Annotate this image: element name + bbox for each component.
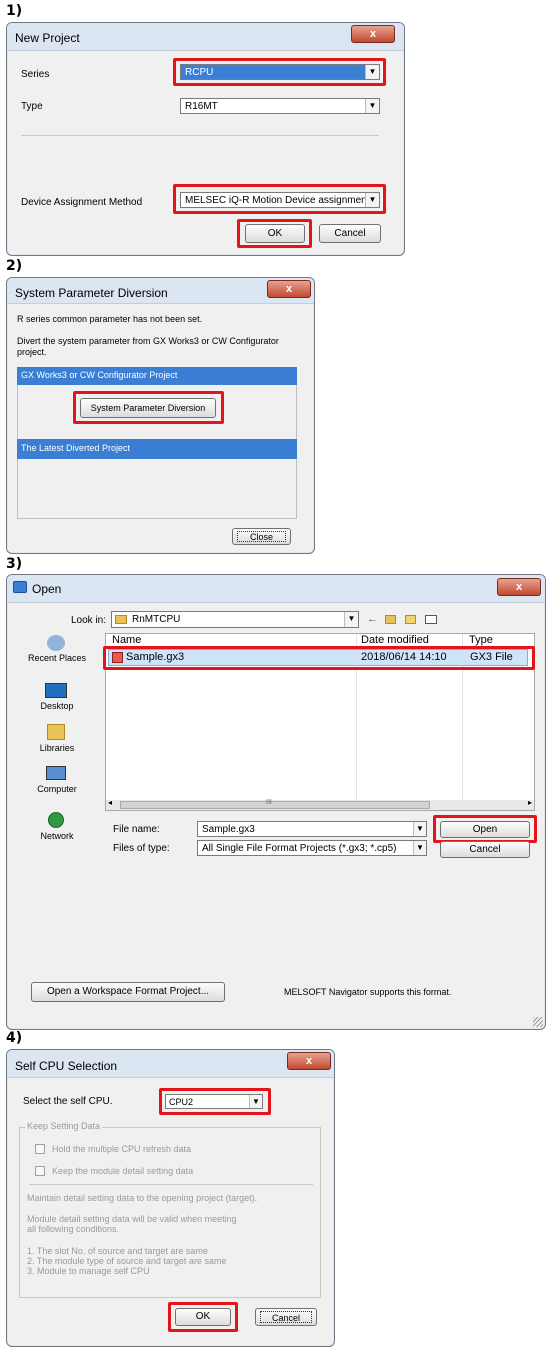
scroll-grip: III	[266, 799, 272, 806]
hold-refresh-label: Hold the multiple CPU refresh data	[52, 1144, 192, 1154]
highlight-series	[173, 58, 386, 86]
step-4-label: 4)	[6, 1030, 23, 1046]
view-menu-icon[interactable]	[425, 615, 437, 624]
highlight-ok	[168, 1302, 238, 1332]
divider	[29, 1184, 313, 1185]
group-header-project: GX Works3 or CW Configurator Project	[17, 367, 297, 385]
file-name-label: File name:	[113, 824, 160, 835]
open-workspace-button[interactable]: Open a Workspace Format Project...	[31, 982, 225, 1002]
cancel-button[interactable]: Cancel	[255, 1308, 317, 1326]
divider	[21, 135, 379, 136]
highlight-ok	[237, 219, 312, 248]
file-name-value: Sample.gx3	[202, 824, 255, 835]
horizontal-scrollbar[interactable]: ◂ III ▸	[106, 798, 534, 810]
scroll-thumb[interactable]	[120, 801, 430, 809]
type-label: Type	[21, 101, 43, 112]
type-value: R16MT	[185, 101, 218, 112]
places-desktop-label[interactable]: Desktop	[27, 701, 87, 711]
device-assignment-label: Device Assignment Method	[21, 197, 143, 208]
keep-detail-checkbox[interactable]	[35, 1166, 45, 1176]
condition-1: 1. The slot No. of source and target are…	[27, 1246, 208, 1256]
libraries-icon[interactable]	[47, 724, 65, 740]
condition-3: 3. Module to manage self CPU	[27, 1266, 150, 1276]
close-button[interactable]: x	[287, 1052, 331, 1070]
close-button[interactable]: x	[497, 578, 541, 596]
cancel-button-label: Cancel	[260, 1311, 312, 1323]
self-cpu-window: Self CPU Selection x Select the self CPU…	[6, 1049, 335, 1347]
places-bar: Recent Places Desktop Libraries Computer	[27, 633, 87, 813]
places-recent-label[interactable]: Recent Places	[27, 653, 87, 663]
places-computer-label[interactable]: Computer	[27, 784, 87, 794]
highlight-device-assignment	[173, 184, 386, 214]
back-arrow-icon[interactable]: ←	[367, 613, 378, 625]
condition-2: 2. The module type of source and target …	[27, 1256, 227, 1266]
info-text-3: project.	[17, 347, 47, 357]
param-diversion-window: System Parameter Diversion x R series co…	[6, 277, 315, 554]
select-self-cpu-label: Select the self CPU.	[23, 1096, 113, 1107]
keep-detail-label: Keep the module detail setting data	[52, 1166, 194, 1176]
close-button[interactable]: x	[267, 280, 311, 298]
group-header-latest-label: The Latest Diverted Project	[21, 443, 131, 453]
computer-icon[interactable]	[46, 766, 66, 780]
toolbar-icons: ←	[367, 613, 477, 627]
file-type-select[interactable]: All Single File Format Projects (*.gx3; …	[197, 840, 427, 856]
group-header-project-label: GX Works3 or CW Configurator Project	[21, 370, 178, 380]
series-label: Series	[21, 69, 50, 80]
places-network-label[interactable]: Network	[27, 831, 87, 841]
hold-refresh-checkbox[interactable]	[35, 1144, 45, 1154]
open-dialog-window: Open x Look in: RnMTCPU ▼ ← Recent Place…	[6, 574, 546, 1030]
note-line-1: Maintain detail setting data to the open…	[27, 1193, 258, 1203]
look-in-label: Look in:	[71, 615, 107, 626]
scroll-left-icon[interactable]: ◂	[108, 798, 112, 807]
folder-icon	[115, 615, 127, 624]
type-select[interactable]: R16MT ▼	[180, 98, 380, 114]
window-title: Self CPU Selection	[15, 1059, 118, 1073]
info-text-1: R series common parameter has not been s…	[17, 314, 203, 324]
file-type-value: All Single File Format Projects (*.gx3; …	[202, 843, 397, 854]
places-libraries-label[interactable]: Libraries	[27, 743, 87, 753]
chevron-down-icon[interactable]: ▼	[413, 841, 426, 855]
title-bar	[7, 575, 545, 603]
chevron-down-icon[interactable]: ▼	[365, 99, 379, 113]
chevron-down-icon[interactable]: ▼	[413, 822, 426, 836]
step-1-label: 1)	[6, 3, 23, 19]
column-header-date[interactable]: Date modified	[361, 634, 429, 646]
step-3-label: 3)	[6, 556, 23, 572]
recent-places-icon[interactable]	[47, 635, 65, 651]
note-line-3: all following conditions.	[27, 1224, 120, 1234]
keep-setting-title: Keep Setting Data	[25, 1121, 103, 1131]
cancel-button[interactable]: Cancel	[319, 224, 381, 243]
window-title: Open	[32, 582, 62, 596]
window-title: System Parameter Diversion	[15, 286, 168, 300]
column-header-type[interactable]: Type	[469, 634, 493, 646]
look-in-value: RnMTCPU	[132, 614, 181, 625]
cancel-button[interactable]: Cancel	[440, 841, 530, 858]
scroll-right-icon[interactable]: ▸	[528, 798, 532, 807]
group-header-latest: The Latest Diverted Project	[17, 439, 297, 459]
close-button[interactable]: x	[351, 25, 395, 43]
info-text-2: Divert the system parameter from GX Work…	[17, 336, 279, 346]
new-project-window: New Project x Series RCPU ▼ Type R16MT ▼…	[6, 22, 405, 256]
network-icon[interactable]	[48, 812, 64, 828]
look-in-select[interactable]: RnMTCPU ▼	[111, 611, 359, 628]
file-type-label: Files of type:	[113, 843, 170, 854]
column-header-name[interactable]: Name	[112, 634, 141, 646]
highlight-file-row	[103, 646, 535, 670]
window-title: New Project	[15, 31, 80, 45]
close-button-label: Close	[237, 531, 286, 542]
highlight-diversion-button	[73, 391, 224, 424]
up-folder-icon[interactable]	[385, 615, 396, 624]
navigator-note: MELSOFT Navigator supports this format.	[284, 987, 452, 997]
close-dialog-button[interactable]: Close	[232, 528, 291, 545]
note-line-2: Module detail setting data will be valid…	[27, 1214, 237, 1224]
open-folder-icon	[13, 581, 27, 593]
highlight-open-button	[433, 815, 537, 843]
chevron-down-icon[interactable]: ▼	[344, 612, 358, 627]
new-folder-icon[interactable]	[405, 615, 416, 624]
file-name-input[interactable]: Sample.gx3 ▼	[197, 821, 427, 837]
highlight-self-cpu	[159, 1088, 271, 1115]
desktop-icon[interactable]	[45, 683, 67, 698]
resize-grip-icon[interactable]	[533, 1017, 543, 1027]
step-2-label: 2)	[6, 258, 23, 274]
